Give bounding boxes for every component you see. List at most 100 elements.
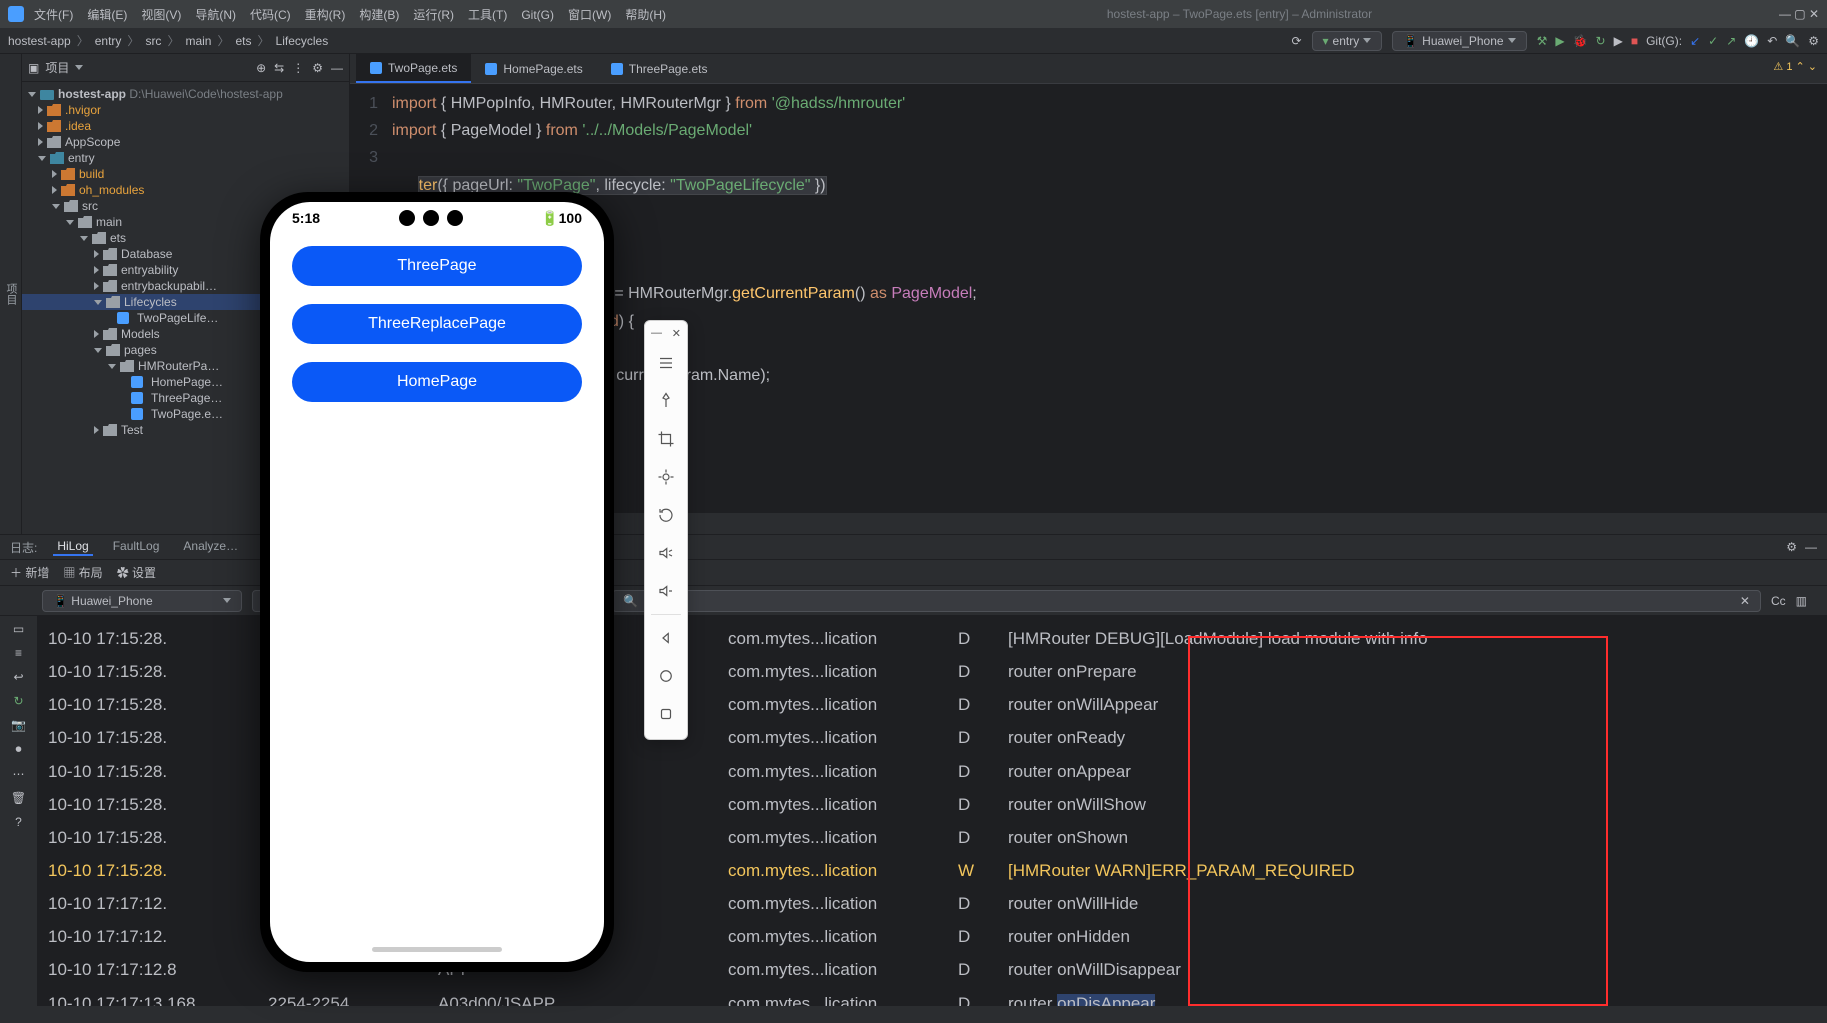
close-icon[interactable]: ✕	[672, 327, 681, 340]
search-icon[interactable]: 🔍	[1785, 34, 1800, 48]
tree-root[interactable]: hostest-app D:\Huawei\Code\hostest-app	[22, 86, 349, 102]
debug-icon[interactable]: 🐞	[1573, 34, 1588, 48]
phone-button-HomePage[interactable]: HomePage	[292, 362, 582, 402]
restart-icon[interactable]: ↻	[13, 694, 23, 708]
tab-TwoPage.ets[interactable]: TwoPage.ets	[356, 54, 471, 83]
crumb[interactable]: hostest-app	[8, 34, 71, 48]
recent-icon[interactable]	[645, 695, 687, 733]
menu-代码(C)[interactable]: 代码(C)	[250, 8, 291, 22]
menu-运行(R)[interactable]: 运行(R)	[413, 8, 454, 22]
menu-文件(F)[interactable]: 文件(F)	[34, 8, 73, 22]
volume-down-icon[interactable]	[645, 572, 687, 610]
menu-icon[interactable]	[645, 344, 687, 382]
phone-time: 5:18	[292, 210, 320, 226]
log-tab-faultlog[interactable]: FaultLog	[109, 539, 164, 556]
match-case-toggle[interactable]: Cc	[1771, 594, 1786, 608]
tree-node[interactable]: entry	[22, 150, 349, 166]
hide-icon[interactable]: —	[1805, 540, 1817, 554]
breadcrumbs[interactable]: hostest-app〉entry〉src〉main〉ets〉Lifecycle…	[8, 32, 328, 49]
menu-Git(G)[interactable]: Git(G)	[521, 8, 554, 22]
tree-node[interactable]: .hvigor	[22, 102, 349, 118]
minimize-icon[interactable]: —	[651, 327, 662, 340]
menu-视图(V)[interactable]: 视图(V)	[141, 8, 181, 22]
collapse-icon[interactable]: ⋮	[292, 61, 304, 75]
device-combo[interactable]: 📱 Huawei_Phone	[42, 590, 242, 612]
divider-icon: ⋯	[13, 767, 25, 781]
target-icon[interactable]: ⊕	[256, 61, 266, 75]
rotate-icon[interactable]	[645, 496, 687, 534]
crumb[interactable]: ets	[235, 34, 251, 48]
run-icon[interactable]: ▶	[1555, 34, 1564, 48]
attach-icon[interactable]: ▶	[1614, 34, 1623, 48]
menu-重构(R)[interactable]: 重构(R)	[305, 8, 346, 22]
gear-icon[interactable]: ⚙	[312, 61, 323, 75]
volume-up-icon[interactable]	[645, 534, 687, 572]
project-tool-header: ▣项目 ⊕ ⇆ ⋮ ⚙ —	[22, 54, 349, 82]
tree-node[interactable]: AppScope	[22, 134, 349, 150]
layout-button[interactable]: ▦ 布局	[63, 564, 102, 581]
log-search-input[interactable]	[644, 594, 1734, 608]
rerun-icon[interactable]: ↻	[1596, 34, 1606, 48]
pin-icon[interactable]	[645, 382, 687, 420]
run-config-select[interactable]: ▾entry	[1312, 31, 1383, 51]
log-tab-hilog[interactable]: HiLog	[53, 539, 92, 556]
phone-home-bar[interactable]	[372, 947, 502, 952]
crop-icon[interactable]	[645, 420, 687, 458]
home-icon[interactable]	[645, 657, 687, 695]
menu-导航(N)[interactable]: 导航(N)	[195, 8, 236, 22]
regex-toggle[interactable]: ▥	[1796, 594, 1807, 608]
menu-构建(B)[interactable]: 构建(B)	[359, 8, 399, 22]
back-icon[interactable]	[645, 619, 687, 657]
gear-icon[interactable]: ⚙	[1786, 540, 1797, 554]
file-icon	[611, 63, 623, 75]
emulator-toolbar[interactable]: —✕	[644, 320, 688, 740]
add-button[interactable]: ＋ 新增	[10, 564, 49, 581]
log-search[interactable]: 🔍 ✕	[612, 590, 1761, 612]
menu-窗口(W)[interactable]: 窗口(W)	[568, 8, 611, 22]
gear-icon[interactable]: ⚙	[1808, 34, 1819, 48]
git-commit-icon[interactable]: ✓	[1708, 34, 1718, 48]
left-tool-strip[interactable]: 项目	[0, 54, 22, 534]
crumb[interactable]: entry	[95, 34, 122, 48]
menu-帮助(H)[interactable]: 帮助(H)	[625, 8, 666, 22]
log-line[interactable]: 10-10 17:17:13.1682254-2254A03d00/JSAPPc…	[48, 987, 1817, 1006]
phone-button-ThreeReplacePage[interactable]: ThreeReplacePage	[292, 304, 582, 344]
editor-tabs[interactable]: TwoPage.etsHomePage.etsThreePage.ets	[350, 54, 1827, 84]
window-controls[interactable]: — ▢ ✕	[1779, 7, 1819, 21]
tree-node[interactable]: build	[22, 166, 349, 182]
clear-icon[interactable]: ✕	[1740, 594, 1750, 608]
editor-diagnostics[interactable]: ⚠ 1 ⌃ ⌄	[1773, 60, 1817, 73]
scroll-end-icon[interactable]: ≡	[15, 646, 22, 660]
tree-node[interactable]: .idea	[22, 118, 349, 134]
git-pull-icon[interactable]: ↙	[1690, 34, 1700, 48]
settings-button[interactable]: ✿ 设置	[117, 564, 156, 581]
git-push-icon[interactable]: ↗	[1726, 34, 1736, 48]
git-rollback-icon[interactable]: ↶	[1767, 34, 1777, 48]
emulator-phone[interactable]: 5:18 🔋100 ThreePageThreeReplacePageHomeP…	[260, 192, 614, 972]
file-icon	[370, 62, 382, 74]
expand-icon[interactable]: ⇆	[274, 61, 284, 75]
menu-工具(T)[interactable]: 工具(T)	[468, 8, 507, 22]
crumb[interactable]: main	[185, 34, 211, 48]
device-select[interactable]: 📱Huawei_Phone	[1392, 31, 1526, 51]
tab-ThreePage.ets[interactable]: ThreePage.ets	[597, 54, 722, 83]
log-tab-analyze[interactable]: Analyze…	[179, 539, 242, 556]
stop-icon[interactable]: ■	[1631, 34, 1638, 48]
hammer-icon[interactable]: ⚒	[1537, 34, 1548, 48]
file-icon	[485, 63, 497, 75]
menu-编辑(E)[interactable]: 编辑(E)	[87, 8, 127, 22]
trash-icon[interactable]: 🗑	[11, 791, 26, 805]
help-icon[interactable]: ?	[15, 815, 22, 829]
crumb[interactable]: src	[145, 34, 161, 48]
sync-icon[interactable]: ⟳	[1291, 34, 1301, 48]
hide-icon[interactable]: —	[331, 61, 343, 75]
tab-HomePage.ets[interactable]: HomePage.ets	[471, 54, 596, 83]
screenshot-icon[interactable]: 📷	[11, 718, 26, 732]
clear-icon[interactable]: ▭	[13, 622, 24, 636]
soft-wrap-icon[interactable]: ↩	[13, 670, 23, 684]
record-icon[interactable]: ⏺	[15, 742, 21, 757]
crumb[interactable]: Lifecycles	[276, 34, 329, 48]
phone-button-ThreePage[interactable]: ThreePage	[292, 246, 582, 286]
location-icon[interactable]	[645, 458, 687, 496]
git-history-icon[interactable]: 🕘	[1744, 34, 1759, 48]
